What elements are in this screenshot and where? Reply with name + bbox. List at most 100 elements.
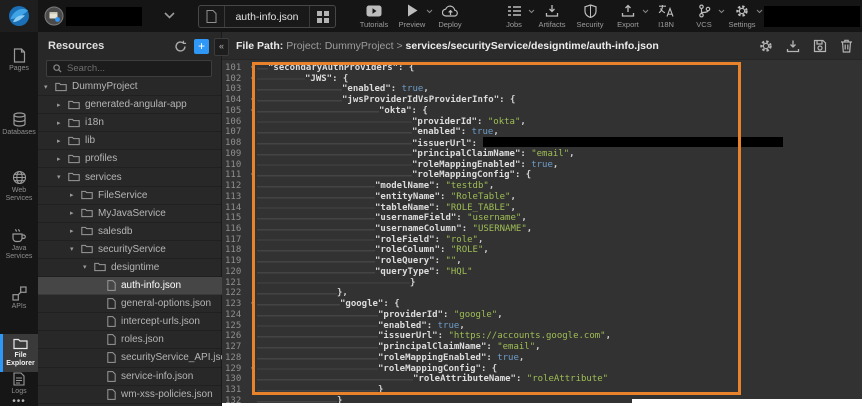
tree-item-myjavaservice[interactable]: ▸MyJavaService	[38, 205, 222, 223]
tree-item-securityservice-api-json[interactable]: securityService_API.json	[38, 349, 222, 367]
editor-settings-gear-icon[interactable]	[759, 39, 773, 53]
fold-marker-icon[interactable]: ▾	[247, 299, 257, 310]
preview-button[interactable]: Preview	[394, 3, 430, 29]
code-line-131[interactable]: 131}	[222, 385, 862, 396]
export-button[interactable]: Export	[610, 3, 646, 29]
code-line-109[interactable]: 109"principalClaimName": "email",	[222, 149, 862, 160]
tree-item-lib[interactable]: ▸lib	[38, 132, 222, 150]
jobs-button[interactable]: Jobs	[496, 3, 532, 29]
tree-expanded-arrow-icon[interactable]: ▾	[57, 173, 68, 181]
open-file-tab[interactable]: auth-info.json	[198, 5, 336, 28]
tree-item-designtime[interactable]: ▾designtime	[38, 259, 222, 277]
tree-item-salesdb[interactable]: ▸salesdb	[38, 223, 222, 241]
code-line-123[interactable]: 123▾"google": {	[222, 299, 862, 310]
code-text: "enabled": true,	[342, 84, 429, 95]
code-line-101[interactable]: 101▾"secondaryAuthProviders": {	[222, 63, 862, 74]
download-file-icon[interactable]	[786, 39, 800, 53]
app-logo[interactable]	[0, 0, 38, 32]
project-switcher-chevron-icon[interactable]	[164, 12, 175, 19]
tree-item-service-info-json[interactable]: service-info.json	[38, 368, 222, 386]
delete-file-trash-icon[interactable]	[840, 39, 853, 53]
code-line-121[interactable]: 121}	[222, 278, 862, 289]
code-line-114[interactable]: 114"tableName": "ROLE_TABLE",	[222, 203, 862, 214]
tree-item-roles-json[interactable]: roles.json	[38, 331, 222, 349]
code-line-129[interactable]: 129▾"roleMappingConfig": {	[222, 364, 862, 375]
tree-item-i18n[interactable]: ▸i18n	[38, 114, 222, 132]
code-line-130[interactable]: 130"roleAttributeName": "roleAttribute"	[222, 374, 862, 385]
tree-item-fileservice[interactable]: ▸FileService	[38, 187, 222, 205]
tree-item-intercept-urls-json[interactable]: intercept-urls.json	[38, 313, 222, 331]
apps-grid-icon[interactable]	[309, 6, 335, 27]
code-line-102[interactable]: 102▾"JWS": {	[222, 74, 862, 85]
code-line-105[interactable]: 105▾"okta": {	[222, 106, 862, 117]
tree-collapsed-arrow-icon[interactable]: ▸	[57, 155, 68, 163]
code-line-120[interactable]: 120"queryType": "HQL"	[222, 267, 862, 278]
tree-item-profiles[interactable]: ▸profiles	[38, 150, 222, 168]
code-line-125[interactable]: 125"enabled": true,	[222, 321, 862, 332]
fold-marker-icon[interactable]: ▾	[247, 74, 257, 85]
deploy-button[interactable]: Deploy	[432, 3, 468, 29]
fold-marker-icon[interactable]: ▾	[247, 170, 257, 181]
tree-item-wm-xss-policies-json[interactable]: wm-xss-policies.json	[38, 386, 222, 404]
sidebar-item-apis[interactable]: APIs	[0, 286, 38, 311]
code-line-113[interactable]: 113"entityName": "RoleTable",	[222, 192, 862, 203]
code-line-127[interactable]: 127"principalClaimName": "email",	[222, 342, 862, 353]
sidebar-item-web-services[interactable]: Web Services	[0, 170, 38, 203]
fold-marker-icon[interactable]: ▾	[247, 364, 257, 375]
security-button[interactable]: Security	[572, 3, 608, 29]
tree-collapsed-arrow-icon[interactable]: ▸	[70, 191, 81, 199]
tree-collapsed-arrow-icon[interactable]: ▸	[57, 101, 68, 109]
tree-item-generated-angular-app[interactable]: ▸generated-angular-app	[38, 96, 222, 114]
more-options-icon[interactable]: •••	[0, 396, 38, 406]
code-line-128[interactable]: 128"roleMappingEnabled": true,	[222, 353, 862, 364]
settings-button[interactable]: Settings	[724, 3, 760, 29]
code-editor[interactable]: 101▾"secondaryAuthProviders": {102▾"JWS"…	[222, 60, 862, 406]
sidebar-item-databases[interactable]: Databases	[0, 112, 38, 137]
code-line-108[interactable]: 108"issuerUrl":	[222, 138, 862, 149]
resource-search-input[interactable]: Search...	[46, 60, 212, 77]
code-line-119[interactable]: 119"roleQuery": "",	[222, 256, 862, 267]
fold-marker-icon[interactable]: ▾	[247, 63, 257, 74]
vcs-button[interactable]: VCS	[686, 3, 722, 29]
code-line-110[interactable]: 110"roleMappingEnabled": true,	[222, 160, 862, 171]
tree-collapsed-arrow-icon[interactable]: ▸	[70, 227, 81, 235]
code-line-117[interactable]: 117"roleField": "role",	[222, 235, 862, 246]
sidebar-item-logs[interactable]: Logs	[0, 372, 38, 396]
code-line-104[interactable]: 104▾"jwsProviderIdVsProviderInfo": {	[222, 95, 862, 106]
fold-marker-icon[interactable]: ▾	[247, 106, 257, 117]
code-line-118[interactable]: 118"roleColumn": "ROLE",	[222, 245, 862, 256]
tree-collapsed-arrow-icon[interactable]: ▸	[57, 119, 68, 127]
add-resource-button[interactable]: +	[194, 39, 209, 54]
settings-chevron-icon[interactable]	[756, 9, 763, 14]
code-line-103[interactable]: 103"enabled": true,	[222, 84, 862, 95]
tree-item-services[interactable]: ▾services	[38, 168, 222, 186]
panel-collapse-icon[interactable]: «	[214, 38, 229, 56]
tutorials-button[interactable]: Tutorials	[356, 3, 392, 29]
code-line-106[interactable]: 106"providerId": "okta",	[222, 117, 862, 128]
tree-item-dummyproject[interactable]: ▾DummyProject	[38, 78, 222, 96]
tree-expanded-arrow-icon[interactable]: ▾	[83, 263, 94, 271]
project-avatar-icon[interactable]	[44, 6, 64, 26]
tree-item-general-options-json[interactable]: general-options.json	[38, 295, 222, 313]
refresh-icon[interactable]	[174, 40, 187, 53]
save-file-icon[interactable]	[813, 39, 827, 53]
code-line-122[interactable]: 122},	[222, 288, 862, 299]
tree-expanded-arrow-icon[interactable]: ▾	[70, 245, 81, 253]
tree-collapsed-arrow-icon[interactable]: ▸	[57, 137, 68, 145]
code-line-111[interactable]: 111▾"roleMappingConfig": {	[222, 170, 862, 181]
code-line-126[interactable]: 126"issuerUrl": "https://accounts.google…	[222, 331, 862, 342]
code-line-124[interactable]: 124"providerId": "google",	[222, 310, 862, 321]
fold-marker-icon[interactable]: ▾	[247, 95, 257, 106]
sidebar-item-file-explorer[interactable]: File Explorer	[0, 334, 38, 372]
tree-collapsed-arrow-icon[interactable]: ▸	[70, 209, 81, 217]
sidebar-item-java-services[interactable]: Java Services	[0, 228, 38, 261]
code-line-112[interactable]: 112"modelName": "testdb",	[222, 181, 862, 192]
code-line-116[interactable]: 116"usernameColumn": "USERNAME",	[222, 224, 862, 235]
tree-item-auth-info-json[interactable]: auth-info.json	[38, 277, 222, 295]
tree-item-securityservice[interactable]: ▾securityService	[38, 241, 222, 259]
sidebar-item-pages[interactable]: Pages	[0, 48, 38, 73]
i18n-button[interactable]: I18N	[648, 3, 684, 29]
artifacts-button[interactable]: Artifacts	[534, 3, 570, 29]
code-line-115[interactable]: 115"usernameField": "username",	[222, 213, 862, 224]
tree-expanded-arrow-icon[interactable]: ▾	[44, 83, 55, 91]
